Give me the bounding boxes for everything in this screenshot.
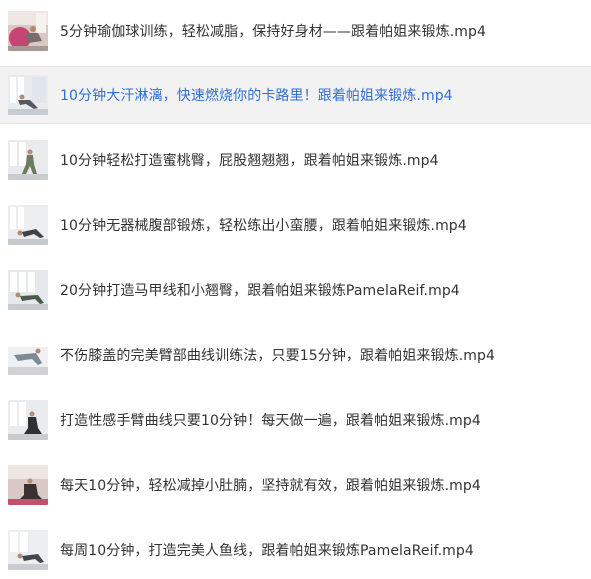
video-thumbnail: [8, 205, 48, 245]
file-name: 5分钟瑜伽球训练，轻松减脂，保持好身材——跟着帕姐来锻炼.mp4: [60, 24, 486, 40]
video-file-list: 5分钟瑜伽球训练，轻松减脂，保持好身材——跟着帕姐来锻炼.mp4 10分钟大汗淋…: [0, 0, 591, 570]
workout-thumbnail: [8, 75, 48, 115]
file-name: 不伤膝盖的完美臂部曲线训练法，只要15分钟，跟着帕姐来锻炼.mp4: [60, 348, 495, 364]
workout-thumbnail: [8, 400, 48, 440]
workout-thumbnail: [8, 530, 48, 570]
file-name: 10分钟无器械腹部锻炼，轻松练出小蛮腰，跟着帕姐来锻炼.mp4: [60, 218, 467, 234]
file-row[interactable]: 每天10分钟，轻松减掉小肚腩，坚持就有效，跟着帕姐来锻炼.mp4: [0, 456, 591, 514]
file-row[interactable]: 5分钟瑜伽球训练，轻松减脂，保持好身材——跟着帕姐来锻炼.mp4: [0, 2, 591, 60]
yoga-ball-thumbnail: [8, 11, 48, 51]
file-row[interactable]: 打造性感手臂曲线只要10分钟！每天做一遍，跟着帕姐来锻炼.mp4: [0, 391, 591, 449]
video-thumbnail: [8, 335, 48, 375]
file-name: 20分钟打造马甲线和小翘臀，跟着帕姐来锻炼PamelaReif.mp4: [60, 283, 460, 299]
file-name: 每周10分钟，打造完美人鱼线，跟着帕姐来锻炼PamelaReif.mp4: [60, 543, 474, 559]
file-row-selected[interactable]: 10分钟大汗淋漓，快速燃烧你的卡路里！跟着帕姐来锻炼.mp4: [0, 66, 591, 124]
workout-thumbnail: [8, 205, 48, 245]
workout-thumbnail: [8, 335, 48, 375]
workout-thumbnail: [8, 270, 48, 310]
file-name: 打造性感手臂曲线只要10分钟！每天做一遍，跟着帕姐来锻炼.mp4: [60, 413, 481, 429]
video-thumbnail: [8, 465, 48, 505]
file-name: 10分钟大汗淋漓，快速燃烧你的卡路里！跟着帕姐来锻炼.mp4: [60, 88, 453, 104]
file-name: 每天10分钟，轻松减掉小肚腩，坚持就有效，跟着帕姐来锻炼.mp4: [60, 478, 481, 494]
file-row[interactable]: 不伤膝盖的完美臂部曲线训练法，只要15分钟，跟着帕姐来锻炼.mp4: [0, 326, 591, 384]
video-thumbnail: [8, 75, 48, 115]
video-thumbnail: [8, 270, 48, 310]
file-row[interactable]: 10分钟无器械腹部锻炼，轻松练出小蛮腰，跟着帕姐来锻炼.mp4: [0, 196, 591, 254]
video-thumbnail: [8, 11, 48, 51]
workout-thumbnail: [8, 140, 48, 180]
file-row[interactable]: 每周10分钟，打造完美人鱼线，跟着帕姐来锻炼PamelaReif.mp4: [0, 521, 591, 579]
file-row[interactable]: 10分钟轻松打造蜜桃臀，屁股翘翘翘，跟着帕姐来锻炼.mp4: [0, 131, 591, 189]
video-thumbnail: [8, 530, 48, 570]
workout-thumbnail: [8, 465, 48, 505]
file-name: 10分钟轻松打造蜜桃臀，屁股翘翘翘，跟着帕姐来锻炼.mp4: [60, 153, 439, 169]
video-thumbnail: [8, 400, 48, 440]
video-thumbnail: [8, 140, 48, 180]
file-row[interactable]: 20分钟打造马甲线和小翘臀，跟着帕姐来锻炼PamelaReif.mp4: [0, 261, 591, 319]
